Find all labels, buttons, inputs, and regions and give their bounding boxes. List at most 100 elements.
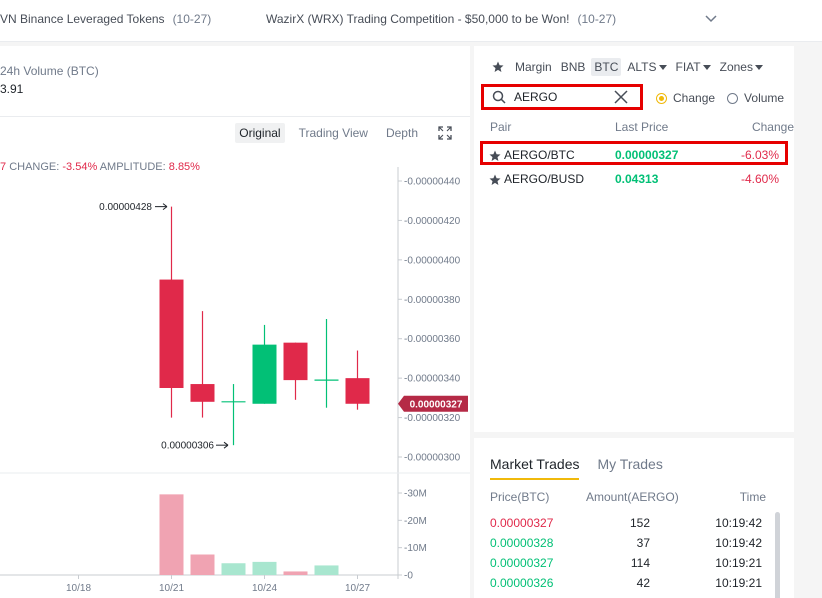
page-gutter xyxy=(796,46,822,598)
candle-body xyxy=(252,344,277,404)
star-icon[interactable] xyxy=(489,174,501,186)
volume-value: 3.91 xyxy=(0,82,24,96)
radio-change-label[interactable]: Change xyxy=(673,91,715,105)
candle-body xyxy=(159,279,184,388)
caret-down-icon xyxy=(754,65,763,71)
header-change[interactable]: Change xyxy=(752,120,794,134)
high-price-label: 0.00000428 xyxy=(99,202,152,213)
header-price: Price(BTC) xyxy=(490,490,550,504)
volume-bar xyxy=(314,565,339,575)
x-tick-label: 10/18 xyxy=(66,583,91,594)
y-tick-label: -0.00000440 xyxy=(404,177,461,188)
star-icon[interactable] xyxy=(489,150,501,162)
search-input[interactable] xyxy=(514,90,610,104)
x-tick-label: 10/21 xyxy=(159,583,184,594)
trades-panel: Market Trades My Trades Price(BTC) Amoun… xyxy=(474,438,794,598)
market-tab-alts[interactable]: ALTS xyxy=(624,58,669,76)
volume-bar xyxy=(190,554,215,575)
close-icon[interactable] xyxy=(614,90,628,104)
pair-search[interactable] xyxy=(481,84,643,110)
trade-tabs: Market Trades My Trades xyxy=(490,456,663,480)
market-tab-bnb[interactable]: BNB xyxy=(558,58,589,76)
candlestick-chart[interactable]: -0.00000440 -0.00000420 -0.00000400 -0.0000… xyxy=(0,117,470,598)
trade-time: 10:19:42 xyxy=(715,516,762,530)
trade-row: 0.00000326 42 10:19:21 xyxy=(490,576,766,594)
pair-change: -4.60% xyxy=(740,172,779,186)
favorites-star-icon[interactable] xyxy=(492,61,504,73)
chart-panel: Original Trading View Depth 7 CHANGE: -3… xyxy=(0,116,470,598)
radio-volume[interactable] xyxy=(727,92,739,104)
pair-name: AERGO/BTC xyxy=(504,148,575,162)
tab-my-trades[interactable]: My Trades xyxy=(597,456,662,480)
trade-time: 10:19:21 xyxy=(715,556,762,570)
y-tick-label: -0.00000300 xyxy=(404,453,461,464)
announcement-text[interactable]: VN Binance Leveraged Tokens xyxy=(0,12,165,26)
tab-market-trades[interactable]: Market Trades xyxy=(490,456,580,480)
current-price-label: 0.00000327 xyxy=(410,399,463,410)
market-tab-zones[interactable]: Zones xyxy=(717,58,766,76)
pair-row[interactable]: AERGO/BUSD 0.04313 -4.60% xyxy=(480,168,788,192)
announcement-bar: VN Binance Leveraged Tokens (10-27) Wazir… xyxy=(0,0,822,42)
header-time: Time xyxy=(739,490,766,504)
sort-radio-group: Change Volume xyxy=(656,91,790,105)
market-tab-margin[interactable]: Margin xyxy=(512,58,555,76)
trade-price: 0.00000327 xyxy=(490,516,554,530)
candle-body xyxy=(345,378,370,404)
y-tick-label: -0.00000340 xyxy=(404,374,461,385)
header-last-price[interactable]: Last Price xyxy=(615,120,668,134)
trade-price: 0.00000326 xyxy=(490,576,554,590)
trade-price: 0.00000328 xyxy=(490,536,554,550)
radio-volume-label[interactable]: Volume xyxy=(744,91,784,105)
pair-price: 0.04313 xyxy=(615,172,659,186)
radio-change[interactable] xyxy=(656,92,667,104)
market-tab-fiat[interactable]: FIAT xyxy=(673,58,714,76)
trade-amount: 42 xyxy=(636,576,650,590)
header-pair[interactable]: Pair xyxy=(490,120,511,134)
trade-row: 0.00000327 152 10:19:42 xyxy=(490,516,766,534)
pair-row[interactable]: AERGO/BTC 0.00000327 -6.03% xyxy=(480,141,788,165)
trade-row: 0.00000327 114 10:19:21 xyxy=(490,556,766,574)
caret-down-icon xyxy=(702,65,711,71)
chevron-down-icon[interactable] xyxy=(704,12,718,26)
market-tab-btc[interactable]: BTC xyxy=(591,58,622,76)
announcement-date: (10-27) xyxy=(577,12,617,26)
market-tabs: Margin BNB BTC ALTS FIAT Zones xyxy=(492,58,766,76)
vol-tick-label: -10M xyxy=(404,543,427,554)
vol-tick-label: -30M xyxy=(404,489,427,500)
vol-tick-label: -0 xyxy=(404,571,413,582)
pair-change: -6.03% xyxy=(740,148,779,162)
volume-label: 24h Volume (BTC) xyxy=(0,64,99,78)
low-price-label: 0.00000306 xyxy=(161,441,214,452)
trade-amount: 114 xyxy=(630,556,650,570)
caret-down-icon xyxy=(658,65,667,71)
announcement-text[interactable]: WazirX (WRX) Trading Competition - $50,0… xyxy=(266,12,569,26)
volume-bar xyxy=(252,561,277,575)
y-tick-label: -0.00000420 xyxy=(404,216,461,227)
y-tick-label: -0.00000380 xyxy=(404,295,461,306)
trade-time: 10:19:21 xyxy=(715,576,762,590)
announcement-item[interactable]: VN Binance Leveraged Tokens (10-27) xyxy=(0,12,211,26)
y-tick-label: -0.00000320 xyxy=(404,413,461,424)
x-tick-label: 10/27 xyxy=(345,583,370,594)
trade-price: 0.00000327 xyxy=(490,556,554,570)
trade-time: 10:19:42 xyxy=(715,536,762,550)
candle-body xyxy=(190,384,215,402)
volume-bar xyxy=(221,563,246,575)
trade-row: 0.00000328 37 10:19:42 xyxy=(490,536,766,554)
search-icon xyxy=(492,90,506,104)
header-amount: Amount(AERGO) xyxy=(586,490,679,504)
trades-scrollbar[interactable] xyxy=(775,512,780,598)
market-panel: MarginBNBBTCALTSFIATZones Change Volume … xyxy=(474,46,794,432)
volume-bar xyxy=(159,494,184,575)
candle-body xyxy=(283,342,308,381)
y-tick-label: -0.00000400 xyxy=(404,255,461,266)
market-tab-list: Margin BNB BTC ALTS FIAT Zones xyxy=(512,58,766,76)
vol-tick-label: -20M xyxy=(404,516,427,527)
announcement-item[interactable]: WazirX (WRX) Trading Competition - $50,0… xyxy=(266,12,616,26)
pair-price: 0.00000327 xyxy=(615,148,679,162)
volume-bar xyxy=(283,571,308,575)
y-tick-label: -0.00000360 xyxy=(404,334,461,345)
announcement-date: (10-27) xyxy=(172,12,212,26)
trade-amount: 152 xyxy=(629,516,650,530)
trade-amount: 37 xyxy=(636,536,650,550)
